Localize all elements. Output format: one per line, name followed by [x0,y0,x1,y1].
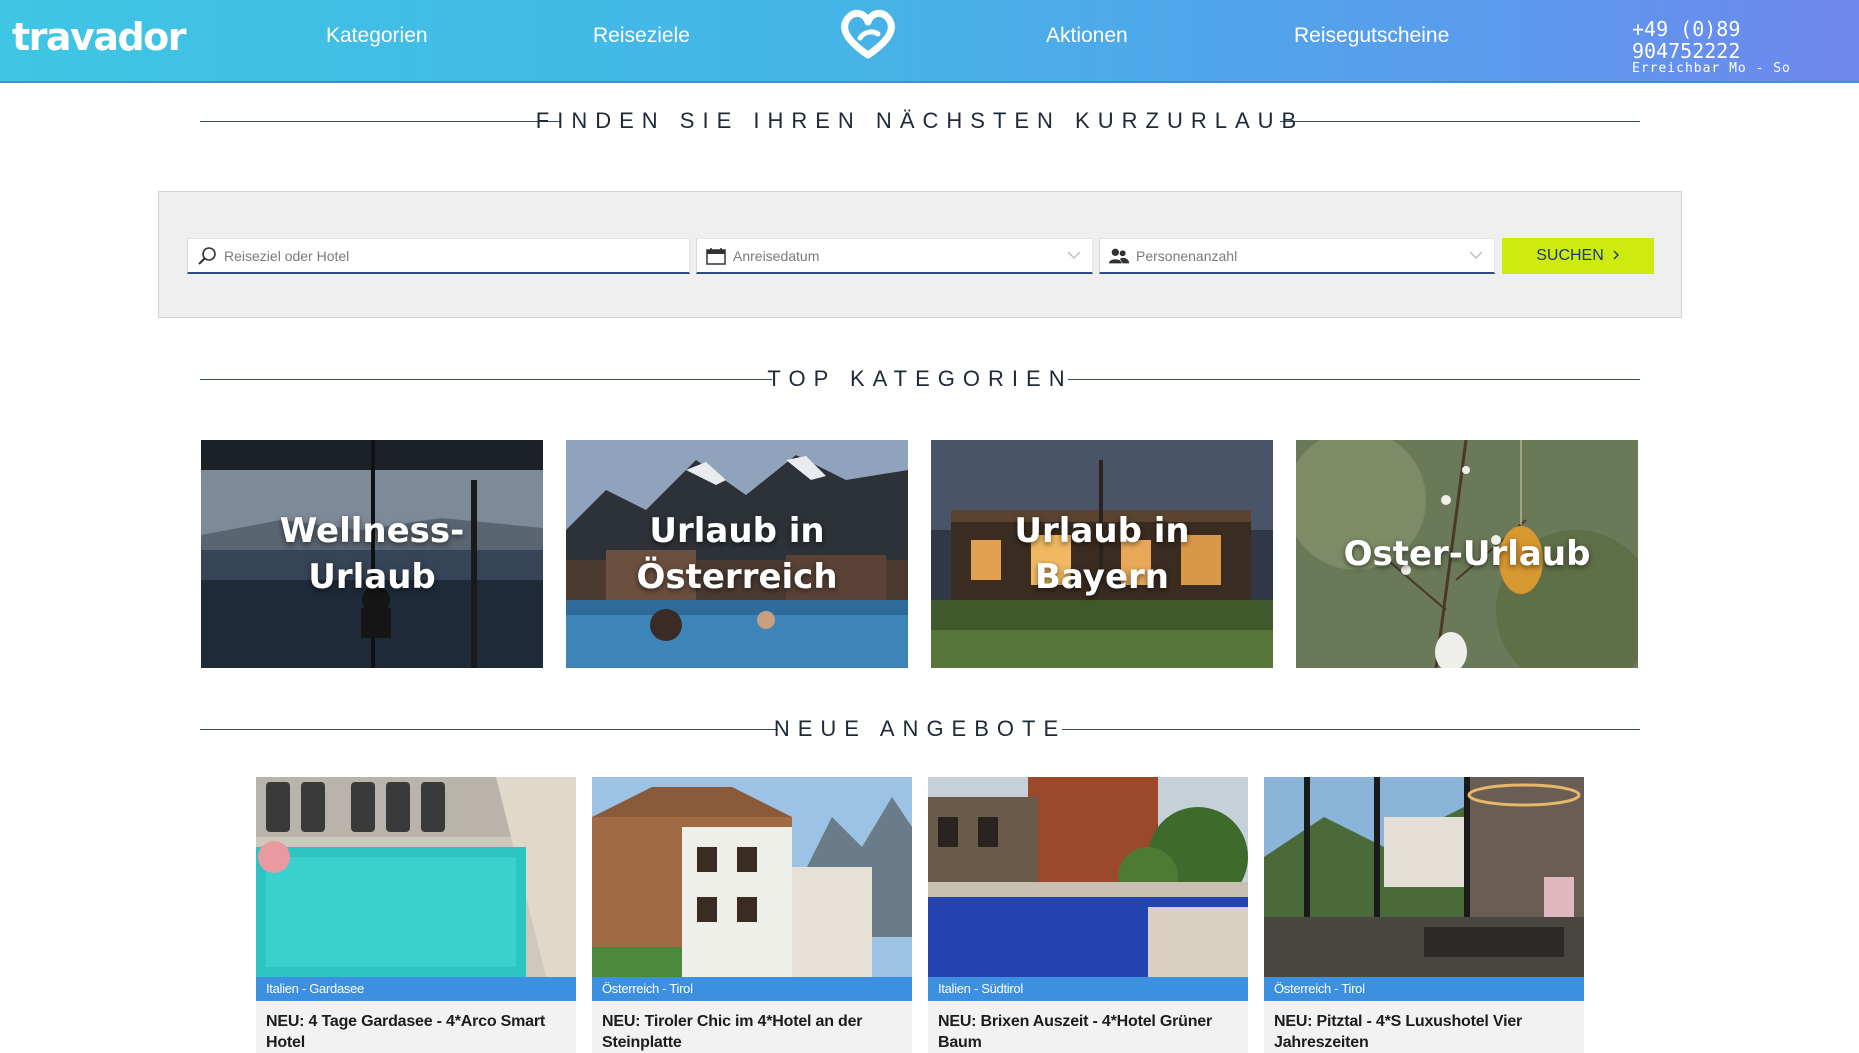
chevron-down-icon [1468,247,1484,268]
destination-field[interactable] [187,238,690,274]
offer-card-steinplatte[interactable]: Österreich - Tirol NEU: Tiroler Chic im … [592,777,912,1053]
offers-heading-text: NEUE ANGEBOTE [773,716,1067,741]
phone-hours: Erreichbar Mo - So [1632,61,1791,76]
offer-region: Österreich - Tirol [592,977,912,1001]
categories-heading: TOP KATEGORIEN [200,364,1640,394]
search-button-label: SUCHEN [1536,247,1604,264]
offer-region: Österreich - Tirol [1264,977,1584,1001]
persons-placeholder: Personenanzahl [1136,247,1238,264]
offer-card-pitztal[interactable]: Österreich - Tirol NEU: Pitztal - 4*S Lu… [1264,777,1584,1053]
offer-region: Italien - Südtirol [928,977,1248,1001]
logo[interactable]: travador [12,15,187,59]
search-heading: FINDEN SIE IHREN NÄCHSTEN KURZURLAUB [200,106,1640,136]
nav-kategorien[interactable]: Kategorien [326,24,428,48]
offers-heading: NEUE ANGEBOTE [200,714,1640,744]
category-oesterreich[interactable]: Urlaub in Österreich [566,440,908,668]
offer-card-gardasee[interactable]: Italien - Gardasee NEU: 4 Tage Gardasee … [256,777,576,1053]
heart-logo-icon[interactable] [838,8,898,60]
offer-photo [256,777,576,977]
offer-title: NEU: Tiroler Chic im 4*Hotel an der Stei… [602,1013,863,1051]
offer-photo [928,777,1248,977]
offer-region: Italien - Gardasee [256,977,576,1001]
search-icon [196,246,218,266]
category-wellness[interactable]: Wellness-Urlaub [201,440,543,668]
offer-title: NEU: Brixen Auszeit - 4*Hotel Grüner Bau… [938,1013,1213,1051]
offer-photo [592,777,912,977]
categories-heading-text: TOP KATEGORIEN [767,366,1073,391]
chevron-right-icon [1612,247,1620,265]
offer-card-brixen[interactable]: Italien - Südtirol NEU: Brixen Auszeit -… [928,777,1248,1053]
persons-field[interactable]: Personenanzahl [1099,238,1495,274]
phone-number[interactable]: +49 (0)89 904752222 [1632,18,1859,62]
destination-input[interactable] [224,247,668,264]
phone-contact[interactable]: +49 (0)89 904752222 Erreichbar Mo - So [1632,18,1859,76]
category-ostern[interactable]: Oster-Urlaub [1296,440,1638,668]
category-label: Oster-Urlaub [1343,534,1591,574]
nav-aktionen[interactable]: Aktionen [1046,24,1128,48]
date-placeholder: Anreisedatum [733,247,820,264]
category-label: Wellness-Urlaub [279,511,465,597]
search-button[interactable]: SUCHEN [1502,238,1654,274]
search-panel: Anreisedatum Personenanzahl SUCHEN [158,191,1682,318]
date-field[interactable]: Anreisedatum [696,238,1093,274]
site-header: travador Kategorien Reiseziele Aktionen … [0,0,1859,83]
offer-title: NEU: Pitztal - 4*S Luxushotel Vier Jahre… [1274,1013,1523,1051]
category-label: Urlaub in Bayern [1014,511,1190,597]
people-icon [1108,246,1130,266]
search-heading-text: FINDEN SIE IHREN NÄCHSTEN KURZURLAUB [535,108,1305,133]
offer-title: NEU: 4 Tage Gardasee - 4*Arco Smart Hote… [266,1013,546,1051]
category-label: Urlaub in Österreich [636,511,838,597]
nav-reisegutscheine[interactable]: Reisegutscheine [1294,24,1449,48]
offer-photo [1264,777,1584,977]
nav-reiseziele[interactable]: Reiseziele [593,24,690,48]
calendar-icon [705,246,727,266]
chevron-down-icon [1066,247,1082,268]
category-bayern[interactable]: Urlaub in Bayern [931,440,1273,668]
